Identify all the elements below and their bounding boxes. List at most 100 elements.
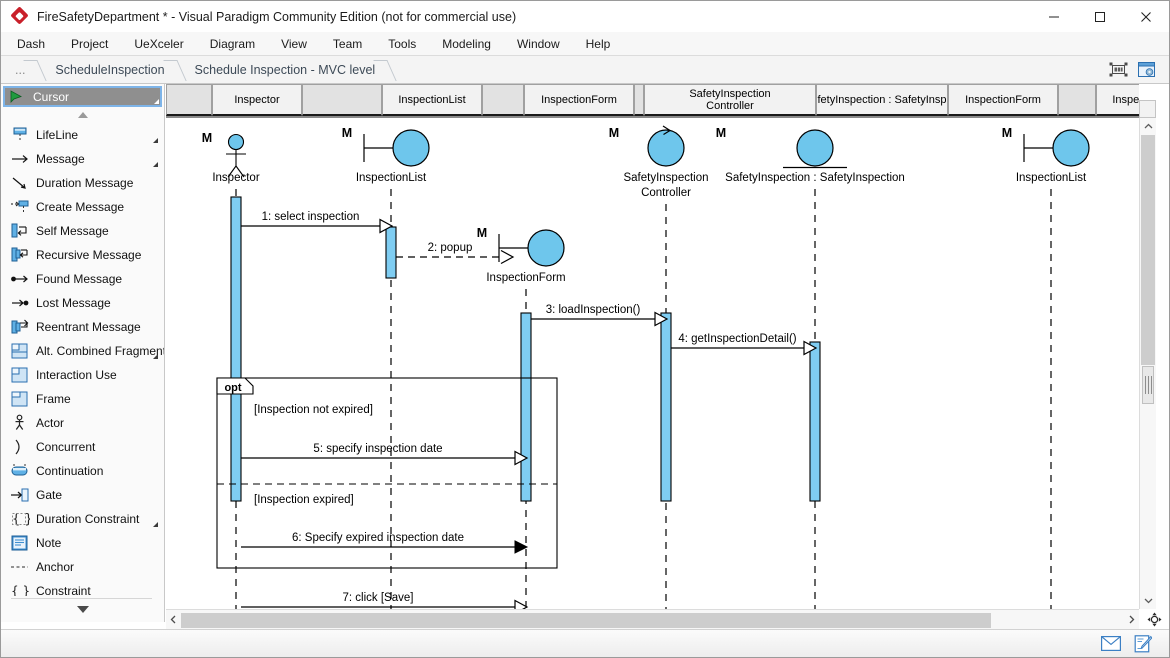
menu-item-view[interactable]: View bbox=[268, 32, 320, 56]
lifeline-name-label: SafetyInspection : SafetyInspection bbox=[725, 172, 905, 184]
activation-bar-inspector[interactable] bbox=[230, 196, 242, 502]
palette-item-recursive-message[interactable]: Recursive Message bbox=[1, 243, 164, 267]
chevron-down-icon[interactable] bbox=[1140, 592, 1156, 609]
activation-bar-entity[interactable] bbox=[809, 341, 821, 502]
palette-item-note[interactable]: Note bbox=[1, 531, 164, 555]
create-message-icon bbox=[9, 197, 31, 217]
continuation-icon bbox=[9, 461, 31, 481]
palette-item-label: Frame bbox=[36, 392, 71, 406]
chevron-up-icon[interactable] bbox=[1140, 118, 1156, 135]
menu-item-project[interactable]: Project bbox=[58, 32, 121, 56]
message-label: 2: popup bbox=[428, 242, 473, 254]
scroll-corner-box bbox=[1139, 100, 1156, 118]
control-circle-icon bbox=[647, 129, 685, 167]
message-envelope-icon[interactable] bbox=[1101, 635, 1121, 653]
message-1[interactable]: 1: select inspection bbox=[241, 211, 394, 234]
menu-item-team[interactable]: Team bbox=[320, 32, 375, 56]
activation-bar-controller[interactable] bbox=[660, 312, 672, 502]
lifeline-list2[interactable]: M InspectionList bbox=[1002, 126, 1090, 609]
ruler-lifeline-cell[interactable]: InspectionList bbox=[1096, 84, 1139, 116]
palette-item-alt-combined-fragment[interactable]: Alt. Combined Fragment bbox=[1, 339, 164, 363]
maximize-icon[interactable] bbox=[1077, 1, 1123, 32]
ruler-gap-cell[interactable] bbox=[482, 84, 524, 116]
palette-item-duration-constraint[interactable]: { } Duration Constraint bbox=[1, 507, 164, 531]
ruler-lifeline-cell[interactable]: InspectionForm bbox=[948, 84, 1058, 116]
ruler-lifeline-cell[interactable]: fetyInspection : SafetyInsp bbox=[816, 84, 948, 116]
vertical-scrollbar[interactable] bbox=[1139, 118, 1156, 609]
ruler-gap-cell[interactable] bbox=[634, 84, 644, 116]
message-2[interactable]: 2: popup bbox=[396, 242, 515, 265]
menu-item-dash[interactable]: Dash bbox=[1, 32, 58, 56]
message-5[interactable]: 5: specify inspection date bbox=[241, 443, 529, 466]
vertical-scroll-thumb[interactable] bbox=[1141, 135, 1155, 365]
palette-item-cursor[interactable]: Cursor bbox=[3, 86, 162, 107]
message-4[interactable]: 4: getInspectionDetail() bbox=[671, 333, 818, 356]
palette-scroll-down[interactable] bbox=[1, 601, 164, 617]
palette-item-duration-message[interactable]: Duration Message bbox=[1, 171, 164, 195]
palette-expand-corner-icon[interactable] bbox=[154, 99, 159, 104]
breadcrumb-item-1[interactable]: ScheduleInspection bbox=[41, 56, 180, 84]
fit-to-window-icon[interactable] bbox=[1107, 59, 1129, 81]
menu-item-tools[interactable]: Tools bbox=[375, 32, 429, 56]
palette-item-continuation[interactable]: Continuation bbox=[1, 459, 164, 483]
palette-item-message[interactable]: Message bbox=[1, 147, 164, 171]
edit-note-icon[interactable] bbox=[1133, 634, 1153, 653]
palette-expand-corner-icon[interactable] bbox=[153, 138, 158, 143]
message-label: 6: Specify expired inspection date bbox=[292, 532, 464, 544]
palette-item-actor[interactable]: Actor bbox=[1, 411, 164, 435]
horizontal-scroll-track[interactable] bbox=[181, 612, 1124, 628]
menu-item-diagram[interactable]: Diagram bbox=[197, 32, 268, 56]
ruler-lifeline-cell[interactable]: InspectionForm bbox=[524, 84, 634, 116]
message-arrow-icon bbox=[9, 149, 31, 169]
minimize-icon[interactable] bbox=[1031, 1, 1077, 32]
palette-item-frame[interactable]: Frame bbox=[1, 387, 164, 411]
boundary-circle-icon bbox=[392, 129, 430, 167]
chevron-right-icon[interactable] bbox=[1124, 610, 1139, 630]
palette-expand-corner-icon[interactable] bbox=[153, 522, 158, 527]
pan-move-icon[interactable] bbox=[1139, 609, 1169, 629]
vertical-scroll-grip[interactable] bbox=[1142, 366, 1154, 404]
horizontal-scroll-thumb[interactable] bbox=[181, 612, 991, 628]
breadcrumb-item-2[interactable]: Schedule Inspection - MVC level bbox=[181, 56, 392, 84]
ruler-lifeline-cell[interactable]: Inspector bbox=[212, 84, 302, 116]
palette-expand-corner-icon[interactable] bbox=[153, 162, 158, 167]
palette-item-interaction-use[interactable]: Interaction Use bbox=[1, 363, 164, 387]
constraint-icon: { } bbox=[9, 581, 31, 596]
message-7[interactable]: 7: click [Save] bbox=[241, 592, 529, 609]
diagram-properties-icon[interactable] bbox=[1135, 59, 1157, 81]
message-3[interactable]: 3: loadInspection() bbox=[531, 304, 669, 327]
palette-item-concurrent[interactable]: Concurrent bbox=[1, 435, 164, 459]
menu-item-modeling[interactable]: Modeling bbox=[429, 32, 504, 56]
ruler-gap-cell[interactable] bbox=[166, 84, 212, 116]
palette-expand-corner-icon[interactable] bbox=[153, 354, 158, 359]
diagram-canvas[interactable]: M Inspector M InspectionList M InspectionForm… bbox=[166, 118, 1139, 609]
activation-bar-inspectionlist[interactable] bbox=[385, 226, 397, 279]
horizontal-scrollbar[interactable] bbox=[166, 609, 1139, 629]
palette-item-anchor[interactable]: Anchor bbox=[1, 555, 164, 579]
menu-item-help[interactable]: Help bbox=[573, 32, 624, 56]
lifeline-header-ruler[interactable]: Inspector InspectionList InspectionForm Saf… bbox=[166, 84, 1139, 118]
ruler-gap-cell[interactable] bbox=[302, 84, 382, 116]
palette-item-found-message[interactable]: Found Message bbox=[1, 267, 164, 291]
palette-item-label: Create Message bbox=[36, 200, 125, 214]
palette-scroll-up[interactable] bbox=[1, 107, 164, 123]
palette-item-lifeline[interactable]: LifeLine bbox=[1, 123, 164, 147]
ruler-gap-cell[interactable] bbox=[1058, 84, 1096, 116]
palette-item-self-message[interactable]: Self Message bbox=[1, 219, 164, 243]
palette-item-reentrant-message[interactable]: Reentrant Message bbox=[1, 315, 164, 339]
activation-bar-inspectionform[interactable] bbox=[520, 312, 532, 502]
close-icon[interactable] bbox=[1123, 1, 1169, 32]
palette-item-constraint[interactable]: { } Constraint bbox=[1, 579, 164, 596]
menu-item-window[interactable]: Window bbox=[504, 32, 573, 56]
ruler-lifeline-cell[interactable]: SafetyInspection Controller bbox=[644, 84, 816, 116]
palette-item-gate[interactable]: Gate bbox=[1, 483, 164, 507]
palette-item-create-message[interactable]: Create Message bbox=[1, 195, 164, 219]
ruler-lifeline-cell[interactable]: InspectionList bbox=[382, 84, 482, 116]
palette-item-lost-message[interactable]: Lost Message bbox=[1, 291, 164, 315]
breadcrumb-item-0[interactable]: ... bbox=[1, 56, 41, 84]
lifeline-controller[interactable]: M SafetyInspection Controller bbox=[609, 125, 709, 609]
palette-item-label: Cursor bbox=[33, 89, 70, 104]
chevron-left-icon[interactable] bbox=[166, 610, 181, 630]
menu-item-uexceler[interactable]: UeXceler bbox=[121, 32, 196, 56]
message-6[interactable]: 6: Specify expired inspection date bbox=[241, 532, 529, 554]
